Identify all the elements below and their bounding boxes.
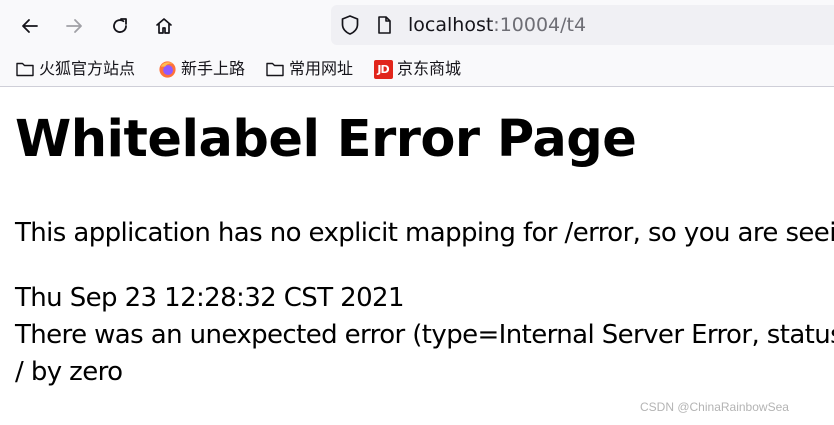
reload-button[interactable] [104, 10, 136, 42]
bookmarks-bar: 火狐官方站点 新手上路 常用网址 JD 京东商城 [0, 52, 834, 87]
url-text[interactable]: localhost:10004/t4 [408, 14, 586, 36]
reload-icon [113, 18, 127, 33]
arrow-left-icon [22, 19, 38, 33]
jd-logo-icon: JD [373, 59, 393, 79]
browser-toolbar: localhost:10004/t4 [0, 0, 834, 52]
page-content: Whitelabel Error Page This application h… [0, 87, 834, 425]
bookmark-getting-started[interactable]: 新手上路 [157, 57, 245, 81]
forward-button[interactable] [58, 10, 90, 42]
arrow-right-icon [66, 19, 82, 33]
bookmark-firefox-official[interactable]: 火狐官方站点 [15, 57, 135, 81]
bookmark-label: 京东商城 [397, 59, 462, 78]
back-button[interactable] [14, 10, 46, 42]
watermark: CSDN @ChinaRainbowSea [640, 400, 789, 414]
page-title: Whitelabel Error Page [15, 110, 637, 169]
bookmark-label: 火狐官方站点 [39, 59, 136, 78]
error-description: This application has no explicit mapping… [15, 218, 834, 248]
error-timestamp: Thu Sep 23 12:28:32 CST 2021 [15, 283, 405, 313]
firefox-logo-icon [157, 59, 177, 79]
url-bar[interactable]: localhost:10004/t4 [331, 5, 834, 45]
bookmark-label: 常用网址 [289, 59, 354, 78]
bookmark-jd-mall[interactable]: JD 京东商城 [373, 57, 461, 81]
home-button[interactable] [148, 10, 180, 42]
url-path: :10004/t4 [493, 14, 587, 36]
shield-icon[interactable] [339, 14, 361, 36]
folder-icon [15, 59, 35, 79]
error-message: / by zero [15, 357, 123, 387]
home-icon [156, 18, 172, 34]
jd-logo-text: JD [373, 59, 393, 79]
bookmark-label: 新手上路 [181, 59, 246, 78]
folder-icon [265, 59, 285, 79]
error-status-line: There was an unexpected error (type=Inte… [15, 320, 834, 350]
page-icon[interactable] [374, 15, 394, 35]
bookmark-common-sites[interactable]: 常用网址 [265, 57, 353, 81]
url-host: localhost [408, 14, 494, 36]
